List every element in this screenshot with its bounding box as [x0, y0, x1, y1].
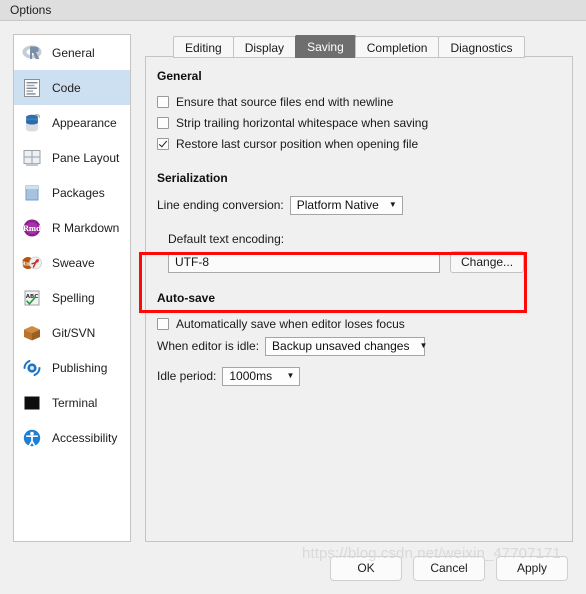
- idle-period-row: Idle period: 1000ms ▼: [157, 365, 572, 387]
- sidebar-item-label: General: [52, 45, 95, 60]
- options-category-sidebar[interactable]: General Code Appearance Pane Layout Pack…: [13, 34, 131, 542]
- checkbox-row-strip-whitespace[interactable]: Strip trailing horizontal whitespace whe…: [157, 113, 572, 132]
- sidebar-item-label: R Markdown: [52, 220, 120, 235]
- sidebar-item-r-markdown[interactable]: Rmd R Markdown: [14, 210, 130, 245]
- checkbox-row-restore-cursor[interactable]: Restore last cursor position when openin…: [157, 134, 572, 153]
- rmd-badge-icon: Rmd: [21, 217, 43, 239]
- default-encoding-group: Default text encoding: UTF-8 Change...: [157, 222, 572, 281]
- encoding-row: UTF-8 Change...: [168, 251, 572, 273]
- svg-text:Rmd: Rmd: [23, 224, 41, 233]
- ok-button[interactable]: OK: [330, 556, 402, 581]
- idle-action-row: When editor is idle: Backup unsaved chan…: [157, 335, 572, 357]
- idle-action-value: Backup unsaved changes: [272, 339, 410, 353]
- accessibility-icon: [21, 427, 43, 449]
- checkbox-label: Ensure that source files end with newlin…: [176, 94, 394, 109]
- sidebar-item-label: Sweave: [52, 255, 95, 270]
- encoding-value-field[interactable]: UTF-8: [168, 251, 440, 273]
- terminal-icon: [21, 392, 43, 414]
- sidebar-item-pane-layout[interactable]: Pane Layout: [14, 140, 130, 175]
- options-dialog-body: General Code Appearance Pane Layout Pack…: [0, 22, 586, 581]
- checkbox-restore-cursor[interactable]: [157, 137, 169, 150]
- checkbox-row-autosave-focus[interactable]: Automatically save when editor loses foc…: [157, 314, 572, 333]
- idle-period-select[interactable]: 1000ms ▼: [222, 366, 301, 386]
- tab-completion[interactable]: Completion: [354, 36, 440, 58]
- sidebar-item-label: Terminal: [52, 395, 98, 410]
- spellcheck-icon: ABC: [21, 287, 43, 309]
- sidebar-item-label: Git/SVN: [52, 325, 96, 340]
- dialog-footer: OK Cancel Apply: [0, 546, 586, 594]
- change-encoding-button[interactable]: Change...: [450, 251, 525, 273]
- general-section-heading: General: [157, 69, 202, 83]
- idle-action-label: When editor is idle:: [157, 339, 260, 353]
- sweave-pdf-icon: Rnw: [21, 252, 43, 274]
- checkbox-label: Automatically save when editor loses foc…: [176, 316, 405, 331]
- code-file-icon: [21, 77, 43, 99]
- chevron-down-icon: ▼: [286, 371, 295, 380]
- sidebar-item-git-svn[interactable]: Git/SVN: [14, 315, 130, 350]
- sidebar-item-appearance[interactable]: Appearance: [14, 105, 130, 140]
- sidebar-item-spelling[interactable]: ABC Spelling: [14, 280, 130, 315]
- sidebar-item-label: Pane Layout: [52, 150, 120, 165]
- line-ending-value: Platform Native: [296, 198, 379, 212]
- package-box-icon: [21, 182, 43, 204]
- idle-action-select[interactable]: Backup unsaved changes ▼: [265, 336, 428, 356]
- sidebar-item-label: Publishing: [52, 360, 108, 375]
- sidebar-item-label: Spelling: [52, 290, 95, 305]
- sidebar-item-publishing[interactable]: Publishing: [14, 350, 130, 385]
- tab-editing[interactable]: Editing: [173, 36, 234, 58]
- paint-can-icon: [21, 112, 43, 134]
- sidebar-item-label: Packages: [52, 185, 105, 200]
- sidebar-item-label: Code: [52, 80, 81, 95]
- idle-period-value: 1000ms: [229, 369, 273, 383]
- line-ending-label: Line ending conversion:: [157, 198, 284, 212]
- checkbox-label: Strip trailing horizontal whitespace whe…: [176, 115, 429, 130]
- sidebar-item-label: Accessibility: [52, 430, 118, 445]
- r-logo-icon: [21, 42, 43, 64]
- apply-button[interactable]: Apply: [496, 556, 568, 581]
- checkbox-strip-whitespace[interactable]: [157, 116, 169, 129]
- checkbox-label: Restore last cursor position when openin…: [176, 136, 419, 151]
- sidebar-item-accessibility[interactable]: Accessibility: [14, 420, 130, 455]
- serialization-section-heading: Serialization: [157, 171, 228, 185]
- sidebar-item-terminal[interactable]: Terminal: [14, 385, 130, 420]
- window-title: Options: [10, 3, 52, 17]
- chevron-down-icon: ▼: [388, 200, 397, 209]
- saving-form: General Ensure that source files end wit…: [146, 57, 572, 541]
- tab-display[interactable]: Display: [232, 36, 297, 58]
- sidebar-item-packages[interactable]: Packages: [14, 175, 130, 210]
- sidebar-item-label: Appearance: [52, 115, 117, 130]
- cancel-button[interactable]: Cancel: [413, 556, 485, 581]
- idle-period-label: Idle period:: [157, 369, 217, 383]
- sidebar-item-sweave[interactable]: Rnw Sweave: [14, 245, 130, 280]
- checkbox-ensure-newline[interactable]: [157, 95, 169, 108]
- sidebar-item-code[interactable]: Code: [14, 70, 130, 105]
- line-ending-select[interactable]: Platform Native ▼: [289, 195, 403, 215]
- checkbox-row-ensure-newline[interactable]: Ensure that source files end with newlin…: [157, 92, 572, 111]
- checkbox-autosave-focus[interactable]: [157, 317, 169, 330]
- window-titlebar: Options: [0, 0, 586, 21]
- chevron-down-icon: ▼: [419, 341, 428, 350]
- publish-icon: [21, 357, 43, 379]
- line-ending-row: Line ending conversion: Platform Native …: [157, 194, 572, 216]
- tab-diagnostics[interactable]: Diagnostics: [438, 36, 525, 58]
- pane-grid-icon: [21, 147, 43, 169]
- git-box-icon: [21, 322, 43, 344]
- saving-settings-panel: General Ensure that source files end wit…: [145, 56, 573, 542]
- encoding-label: Default text encoding:: [168, 232, 285, 246]
- svg-text:ABC: ABC: [26, 294, 39, 300]
- options-tabstrip[interactable]: Editing Display Saving Completion Diagno…: [145, 34, 573, 58]
- tab-saving[interactable]: Saving: [295, 35, 356, 58]
- sidebar-item-general[interactable]: General: [14, 35, 130, 70]
- autosave-section-heading: Auto-save: [157, 291, 216, 305]
